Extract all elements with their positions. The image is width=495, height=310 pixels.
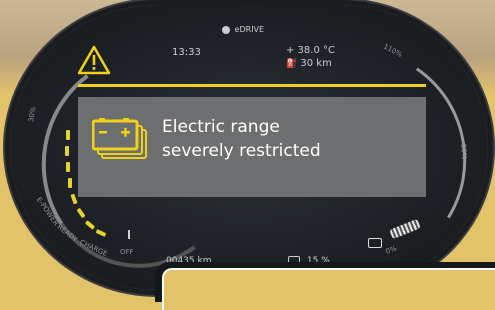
power-gauge-segment xyxy=(68,178,72,188)
edrive-icon xyxy=(222,25,230,34)
plug-icon xyxy=(368,238,382,248)
power-gauge-segment xyxy=(66,162,70,172)
power-gauge-off-label: OFF xyxy=(120,248,134,256)
battery-warning-icon xyxy=(92,118,147,159)
alert-message-line2: severely restricted xyxy=(162,141,321,161)
dashboard-scene: 13:33 eDRIVE + 38.0 °C ⛽ 30 km 30% E-POW… xyxy=(0,0,495,310)
alert-message: Electric range severely restricted xyxy=(162,115,321,163)
fuel-range: ⛽ 30 km xyxy=(286,58,332,69)
outside-temperature: + 38.0 °C xyxy=(286,45,335,56)
clock: 13:33 xyxy=(172,47,201,58)
power-gauge-segment xyxy=(65,146,69,156)
drive-mode-label: eDRIVE xyxy=(234,25,265,34)
warning-icon xyxy=(77,45,111,75)
power-gauge-segment xyxy=(66,130,70,140)
alert-divider xyxy=(78,84,426,87)
charge-gauge-50-label: 50% xyxy=(459,143,469,160)
drive-mode: eDRIVE xyxy=(222,25,264,34)
power-gauge-needle xyxy=(128,230,130,239)
fuel-pump-icon: ⛽ xyxy=(286,59,298,69)
fuel-range-value: 30 km xyxy=(300,58,332,69)
overlay-card xyxy=(162,268,495,310)
alert-message-line1: Electric range xyxy=(162,117,280,137)
